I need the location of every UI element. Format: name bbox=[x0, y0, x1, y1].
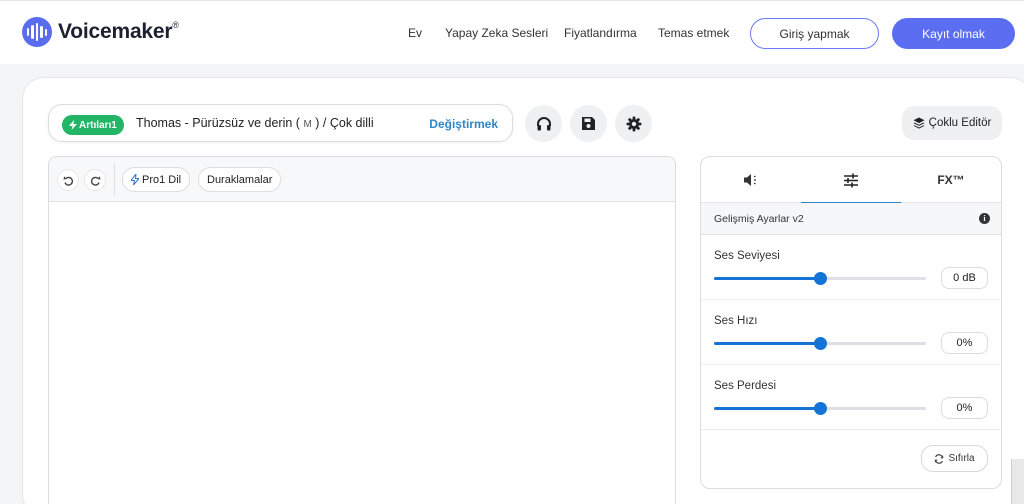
settings-tabs: FX™ bbox=[701, 157, 1001, 204]
pro-language-label: Pro1 Dil bbox=[142, 173, 182, 186]
headphones-icon bbox=[536, 116, 551, 130]
redo-icon bbox=[90, 175, 100, 186]
reset-label: Sıfırla bbox=[948, 453, 975, 464]
scrollbar[interactable] bbox=[1011, 459, 1024, 504]
nav-link-contact[interactable]: Temas etmek bbox=[658, 26, 729, 40]
gear-icon bbox=[626, 116, 641, 131]
speed-setting: Ses Hızı 0% bbox=[701, 300, 1001, 365]
speed-label: Ses Hızı bbox=[714, 315, 758, 327]
info-icon[interactable]: i bbox=[979, 213, 990, 224]
pitch-slider-thumb[interactable] bbox=[814, 402, 827, 415]
tab-voice[interactable] bbox=[701, 157, 801, 203]
reset-button[interactable]: Sıfırla bbox=[921, 445, 988, 472]
change-voice-link[interactable]: Değiştirmek bbox=[429, 117, 498, 131]
undo-icon bbox=[63, 175, 73, 186]
soundwave-logo-icon bbox=[22, 17, 52, 47]
settings-panel: FX™ Gelişmiş Ayarlar v2 i Ses Seviyesi 0… bbox=[700, 156, 1002, 489]
volume-slider-fill bbox=[714, 277, 820, 280]
register-button[interactable]: Kayıt olmak bbox=[892, 18, 1015, 49]
nav-link-ai-voices[interactable]: Yapay Zeka Sesleri bbox=[445, 26, 548, 40]
plus-badge: Artıları1 bbox=[62, 115, 124, 135]
voice-gender: M bbox=[303, 119, 312, 130]
sliders-icon bbox=[844, 173, 858, 187]
volume-label: Ses Seviyesi bbox=[714, 250, 780, 262]
pitch-slider-fill bbox=[714, 407, 820, 410]
toolbar-divider bbox=[114, 163, 115, 196]
nav-link-home[interactable]: Ev bbox=[408, 26, 422, 40]
advanced-settings-title: Gelişmiş Ayarlar v2 bbox=[714, 213, 804, 225]
pauses-button[interactable]: Duraklamalar bbox=[198, 167, 282, 192]
volume-setting: Ses Seviyesi 0 dB bbox=[701, 235, 1001, 300]
brand-name: Voicemaker® bbox=[58, 20, 179, 43]
layers-icon bbox=[913, 117, 925, 129]
refresh-icon bbox=[935, 453, 944, 464]
voice-name: Thomas - Pürüzsüz ve derin ( M ) / Çok d… bbox=[136, 116, 374, 130]
pitch-label: Ses Perdesi bbox=[714, 380, 777, 392]
plus-badge-label: Artıları1 bbox=[79, 119, 117, 131]
volume-slider-thumb[interactable] bbox=[814, 272, 827, 285]
speed-slider-fill bbox=[714, 342, 820, 345]
settings-button[interactable] bbox=[615, 105, 652, 142]
volume-slider[interactable] bbox=[714, 272, 926, 285]
speed-slider-thumb[interactable] bbox=[814, 337, 827, 350]
preview-button[interactable] bbox=[525, 105, 562, 142]
pitch-setting: Ses Perdesi 0% bbox=[701, 365, 1001, 430]
speaker-icon bbox=[744, 174, 756, 186]
tab-adjustments[interactable] bbox=[801, 157, 901, 204]
multi-editor-button[interactable]: Çoklu Editör bbox=[902, 106, 1002, 140]
logo[interactable]: Voicemaker® bbox=[22, 17, 179, 47]
top-nav: Voicemaker® Ev Yapay Zeka Sesleri Fiyatl… bbox=[0, 0, 1024, 64]
bolt-icon bbox=[69, 120, 77, 130]
pitch-slider[interactable] bbox=[714, 402, 926, 415]
undo-button[interactable] bbox=[57, 169, 79, 191]
text-editor[interactable]: Pro1 Dil Duraklamalar bbox=[48, 156, 676, 504]
advanced-settings-header: Gelişmiş Ayarlar v2 i bbox=[701, 203, 1001, 235]
save-button[interactable] bbox=[570, 105, 607, 142]
multi-editor-label: Çoklu Editör bbox=[928, 117, 992, 129]
speed-value[interactable]: 0% bbox=[941, 332, 988, 354]
pitch-value[interactable]: 0% bbox=[941, 397, 988, 419]
nav-link-pricing[interactable]: Fiyatlandırma bbox=[564, 26, 637, 40]
volume-value[interactable]: 0 dB bbox=[941, 267, 988, 289]
tab-fx[interactable]: FX™ bbox=[901, 157, 1001, 203]
editor-toolbar: Pro1 Dil Duraklamalar bbox=[49, 157, 675, 202]
redo-button[interactable] bbox=[84, 169, 106, 191]
bolt-icon bbox=[131, 174, 139, 185]
speed-slider[interactable] bbox=[714, 337, 926, 350]
voice-selector[interactable]: Artıları1 Thomas - Pürüzsüz ve derin ( M… bbox=[48, 104, 513, 142]
login-button[interactable]: Giriş yapmak bbox=[750, 18, 879, 49]
save-icon bbox=[582, 117, 595, 130]
pro-language-button[interactable]: Pro1 Dil bbox=[122, 167, 191, 192]
